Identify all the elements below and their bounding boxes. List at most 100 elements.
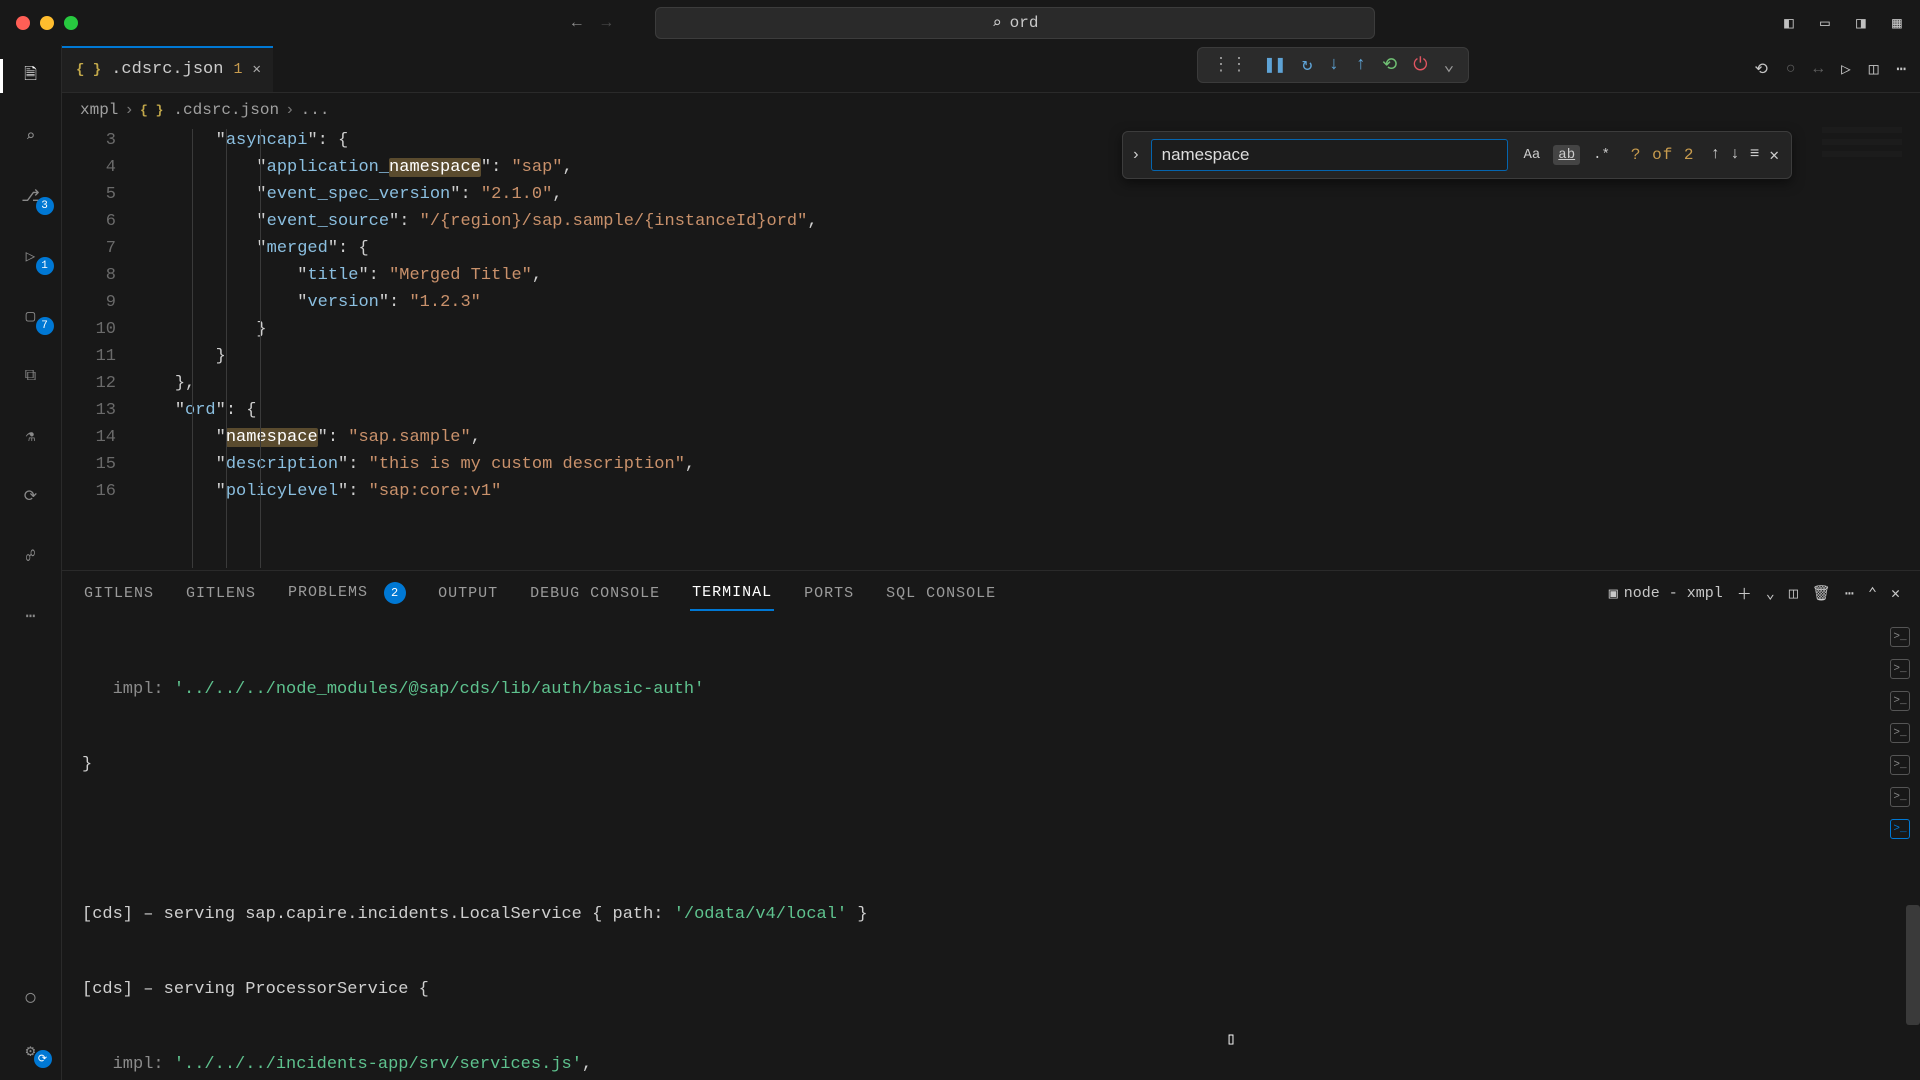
find-widget: › Aa ab .* ? of 2 ↑ ↓ ≡ ✕ (1122, 131, 1792, 179)
nav-back-icon[interactable]: ← (572, 14, 582, 32)
minimize-window-icon[interactable] (40, 16, 54, 30)
find-result-count: ? of 2 (1631, 146, 1695, 164)
more-icon[interactable]: ⋯ (18, 603, 44, 629)
breadcrumb-dot-icon[interactable]: ○ (1786, 60, 1796, 78)
terminal-pane-icon[interactable]: >_ (1890, 723, 1910, 743)
split-terminal-icon[interactable]: ◫ (1789, 584, 1798, 603)
nav-forward-icon[interactable]: → (602, 14, 612, 32)
tab-ports[interactable]: PORTS (802, 577, 856, 610)
find-regex-icon[interactable]: .* (1588, 145, 1615, 165)
tab-sql-console[interactable]: SQL CONSOLE (884, 577, 998, 610)
diff-icon[interactable]: ↔ (1813, 60, 1823, 78)
search-activity-icon[interactable]: ⌕ (18, 123, 44, 149)
find-prev-icon[interactable]: ↑ (1711, 145, 1721, 165)
close-window-icon[interactable] (16, 16, 30, 30)
debug-menu-chevron-icon[interactable]: ⌄ (1444, 54, 1455, 76)
mouse-cursor-icon (1226, 1028, 1234, 1043)
terminal-label: node - xmpl (1624, 585, 1723, 602)
testing-icon[interactable]: ⚗ (18, 423, 44, 449)
settings-icon[interactable]: ⚙ ⟳ (18, 1038, 44, 1064)
search-icon: ⌕ (992, 13, 1002, 33)
layout-customize-icon[interactable]: ▦ (1886, 13, 1908, 33)
find-next-icon[interactable]: ↓ (1730, 145, 1740, 165)
find-expand-icon[interactable]: › (1131, 146, 1141, 164)
panel-close-icon[interactable]: ✕ (1891, 584, 1900, 603)
find-word-icon[interactable]: ab (1553, 145, 1580, 165)
terminal-pane-icon[interactable]: >_ (1890, 819, 1910, 839)
find-case-icon[interactable]: Aa (1518, 145, 1545, 165)
title-bar-right: ◧ ▭ ◨ ▦ (1778, 13, 1908, 33)
scm-badge: 3 (36, 197, 54, 215)
more-actions-icon[interactable]: ⋯ (1896, 59, 1906, 79)
panel-tabs: GITLENS GITLENS PROBLEMS 2 OUTPUT DEBUG … (62, 571, 1920, 615)
debug-stepinto-icon[interactable]: ↓ (1329, 55, 1340, 75)
overflow-menu-icon[interactable]: ⋯ (1845, 584, 1854, 603)
extensions-icon[interactable]: ▢ 7 (18, 303, 44, 329)
maximize-window-icon[interactable] (64, 16, 78, 30)
window-controls (16, 16, 78, 30)
json-file-icon: { } (140, 103, 163, 118)
tab-cdsrc-json[interactable]: { } .cdsrc.json 1 ✕ (62, 46, 273, 92)
remote-icon[interactable]: ⧉ (18, 363, 44, 389)
problems-count-badge: 2 (384, 582, 406, 604)
lens-icon[interactable]: ☍ (18, 543, 44, 569)
split-editor-icon[interactable]: ◫ (1869, 59, 1879, 79)
terminal-pane-icon[interactable]: >_ (1890, 659, 1910, 679)
run-file-icon[interactable]: ▷ (1841, 59, 1851, 79)
active-terminal-chip[interactable]: ▣ node - xmpl (1609, 584, 1723, 603)
debug-badge: 1 (36, 257, 54, 275)
history-icon[interactable]: ⟳ (18, 483, 44, 509)
layout-sidebarleft-icon[interactable]: ◧ (1778, 13, 1800, 33)
layout-sidebarright-icon[interactable]: ◨ (1850, 13, 1872, 33)
editor-tabs: { } .cdsrc.json 1 ✕ ⋮⋮ ❚❚ ↻ ↓ ↑ ⟲ ⏻ ⌄ ⟲ … (62, 45, 1920, 93)
terminal-pane-icon[interactable]: >_ (1890, 627, 1910, 647)
find-input[interactable] (1151, 139, 1509, 171)
terminal-pane-icon[interactable]: >_ (1890, 787, 1910, 807)
debug-drag-handle-icon[interactable]: ⋮⋮ (1212, 54, 1248, 76)
terminal-pane-icon[interactable]: >_ (1890, 755, 1910, 775)
debug-disconnect-icon[interactable]: ⏻ (1413, 55, 1427, 76)
tab-close-icon[interactable]: ✕ (252, 61, 260, 78)
tab-problems-label: PROBLEMS (288, 584, 368, 601)
bottom-panel: GITLENS GITLENS PROBLEMS 2 OUTPUT DEBUG … (62, 570, 1920, 1080)
kill-terminal-icon[interactable]: 🗑 (1812, 584, 1831, 603)
accounts-icon[interactable]: ◯ (18, 984, 44, 1010)
terminal-view[interactable]: impl: '../../../node_modules/@sap/cds/li… (62, 615, 1920, 1080)
debug-pause-icon[interactable]: ❚❚ (1264, 54, 1286, 76)
nav-arrows: ← → (572, 14, 611, 32)
tab-output[interactable]: OUTPUT (436, 577, 500, 610)
code-content[interactable]: "asyncapi": { "application_namespace": "… (134, 127, 818, 570)
tab-filename: .cdsrc.json (111, 60, 223, 79)
breadcrumb-root[interactable]: xmpl (80, 101, 118, 119)
editor[interactable]: 345678910111213141516 "asyncapi": { "app… (62, 127, 1920, 570)
debug-stepout-icon[interactable]: ↑ (1355, 55, 1366, 75)
tab-problems[interactable]: PROBLEMS 2 (286, 574, 408, 612)
new-terminal-icon[interactable]: ＋ (1737, 583, 1752, 604)
explorer-icon[interactable]: 🗎 (18, 63, 44, 89)
title-bar: ← → ⌕ ord ◧ ▭ ◨ ▦ (0, 0, 1920, 45)
find-close-icon[interactable]: ✕ (1769, 145, 1779, 165)
terminal-menu-chevron-icon[interactable]: ⌄ (1766, 584, 1775, 603)
debug-restart-icon[interactable]: ⟲ (1382, 54, 1397, 76)
terminal-scrollbar[interactable] (1906, 905, 1920, 1025)
debug-stepover-icon[interactable]: ↻ (1302, 54, 1313, 76)
find-select-icon[interactable]: ≡ (1750, 145, 1760, 165)
minimap[interactable] (1822, 127, 1902, 347)
scm-icon[interactable]: ⎇ 3 (18, 183, 44, 209)
editor-toolbar: ⟲ ○ ↔ ▷ ◫ ⋯ (1754, 59, 1920, 79)
terminal-pane-icon[interactable]: >_ (1890, 691, 1910, 711)
tab-gitlens2[interactable]: GITLENS (184, 577, 258, 610)
search-value: ord (1010, 14, 1039, 32)
tab-terminal[interactable]: TERMINAL (690, 576, 774, 611)
go-back-icon[interactable]: ⟲ (1754, 59, 1767, 79)
tab-debug-console[interactable]: DEBUG CONSOLE (528, 577, 662, 610)
layout-panel-icon[interactable]: ▭ (1814, 13, 1836, 33)
tab-gitlens[interactable]: GITLENS (82, 577, 156, 610)
panel-maximize-icon[interactable]: ⌃ (1868, 584, 1877, 603)
chevron-right-icon: › (124, 101, 134, 119)
debug-icon[interactable]: ▷ 1 (18, 243, 44, 269)
command-center[interactable]: ⌕ ord (655, 7, 1375, 39)
breadcrumb-tail[interactable]: ... (301, 101, 330, 119)
breadcrumb-file[interactable]: .cdsrc.json (173, 101, 279, 119)
breadcrumb[interactable]: xmpl › { } .cdsrc.json › ... (62, 93, 1920, 127)
